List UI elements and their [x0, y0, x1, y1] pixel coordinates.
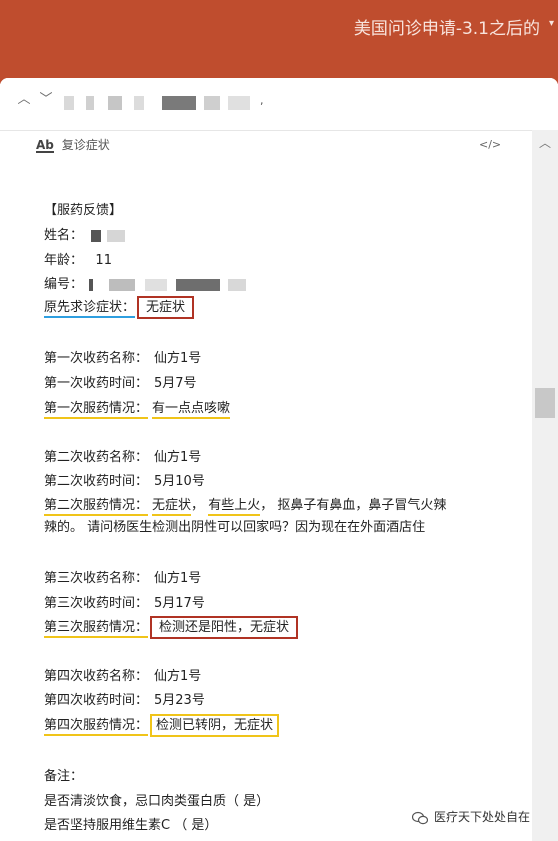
- round4-name-value: 仙方1号: [154, 669, 202, 684]
- round1-name-value: 仙方1号: [154, 351, 202, 366]
- mail-label[interactable]: Ab 复诊症状: [36, 136, 110, 156]
- scroll-thumb[interactable]: [535, 388, 555, 418]
- round3-time-value: 5月17号: [154, 596, 205, 611]
- round3-status-value: 检测还是阳性，无症状: [150, 616, 299, 639]
- age-label: 年龄：: [44, 253, 84, 268]
- round2-comma-2: ，: [260, 498, 274, 513]
- vertical-scrollbar[interactable]: ︿: [532, 130, 558, 841]
- previous-message-icon[interactable]: ︿: [16, 92, 32, 108]
- round4-time-label: 第四次收药时间：: [44, 693, 149, 708]
- name-redacted: [91, 229, 102, 242]
- window-titlebar: 美国问诊申请-3.1之后的 ▾: [0, 0, 558, 84]
- round2-status-value-a: 无症状: [152, 498, 192, 516]
- id-redacted-2: [109, 278, 136, 291]
- round4-time-value: 5月23号: [154, 693, 205, 708]
- id-redacted-5: [227, 278, 246, 291]
- round2-name-value: 仙方1号: [154, 450, 202, 465]
- note-2: 是否坚持服用维生素C （ 是）: [44, 818, 218, 833]
- scroll-up-icon[interactable]: ︿: [532, 134, 558, 151]
- round3-status-row: 第三次服药情况： 检测还是阳性，无症状: [44, 616, 299, 639]
- round2-status-value-c: 抠鼻子有鼻血，鼻子冒气火辣: [277, 498, 447, 513]
- round2-comma: ，: [191, 498, 205, 513]
- round4-status-row: 第四次服药情况： 检测已转阴，无症状: [44, 714, 280, 737]
- round3-name-label: 第三次收药名称：: [44, 571, 149, 586]
- id-redacted-4: [175, 278, 220, 291]
- round1-time-label: 第一次收药时间：: [44, 376, 149, 391]
- message-subject-redacted: ,: [64, 94, 274, 112]
- message-nav-bar: ︿ ﹀ , Ab 复诊症状 </>: [0, 78, 558, 153]
- window-title: 美国问诊申请-3.1之后的: [353, 19, 540, 39]
- original-symptom-value: 无症状: [137, 296, 195, 319]
- watermark-text: 医疗天下处处自在: [434, 810, 531, 824]
- round1-status-row: 第一次服药情况： 有一点点咳嗽: [44, 397, 231, 419]
- wechat-icon: [412, 811, 428, 824]
- round1-status-value: 有一点点咳嗽: [152, 401, 231, 419]
- age-row: 年龄： 11: [44, 249, 112, 268]
- feedback-heading: 【服药反馈】: [44, 203, 123, 218]
- title-dropdown-icon[interactable]: ▾: [549, 18, 554, 29]
- id-redacted: [89, 278, 94, 291]
- round1-status-label: 第一次服药情况：: [44, 401, 149, 419]
- id-redacted-3: [145, 278, 168, 291]
- mail-label-text: 复诊症状: [61, 138, 110, 152]
- round1-name-label: 第一次收药名称：: [44, 351, 149, 366]
- round3-time-label: 第三次收药时间：: [44, 596, 149, 611]
- round4-name-label: 第四次收药名称：: [44, 669, 149, 684]
- round3-name-value: 仙方1号: [154, 571, 202, 586]
- notes-label: 备注：: [44, 769, 84, 784]
- round2-status-label: 第二次服药情况：: [44, 498, 149, 516]
- round1-time-value: 5月7号: [154, 376, 197, 391]
- watermark: 医疗天下处处自在: [412, 808, 530, 825]
- id-label: 编号：: [44, 277, 84, 292]
- round2-name-label: 第二次收药名称：: [44, 450, 149, 465]
- name-label: 姓名：: [44, 228, 84, 243]
- original-symptom-label: 原先求诊症状：: [44, 300, 136, 318]
- original-symptom-row: 原先求诊症状： 无症状: [44, 296, 195, 319]
- round4-status-label: 第四次服药情况：: [44, 718, 149, 736]
- round2-status-row: 第二次服药情况： 无症状， 有些上火， 抠鼻子有鼻血，鼻子冒气火辣: [44, 494, 447, 516]
- name-redacted-blur: [107, 229, 126, 242]
- id-row: 编号：: [44, 273, 246, 292]
- round2-status-line2: 辣的。 请问杨医生检测出阴性可以回家吗？因为现在在外面酒店住: [44, 520, 426, 535]
- round2-status-value-b: 有些上火: [208, 498, 261, 516]
- round2-time-label: 第二次收药时间：: [44, 474, 149, 489]
- name-row: 姓名：: [44, 224, 126, 243]
- round3-status-label: 第三次服药情况：: [44, 620, 149, 638]
- age-value: 11: [95, 253, 112, 268]
- next-message-icon[interactable]: ﹀: [38, 92, 54, 108]
- code-view-icon[interactable]: </>: [479, 138, 501, 151]
- round2-time-value: 5月10号: [154, 474, 205, 489]
- note-1: 是否清淡饮食，忌口肉类蛋白质（ 是）: [44, 794, 270, 809]
- round4-status-value: 检测已转阴，无症状: [150, 714, 280, 737]
- label-icon: Ab: [36, 138, 54, 153]
